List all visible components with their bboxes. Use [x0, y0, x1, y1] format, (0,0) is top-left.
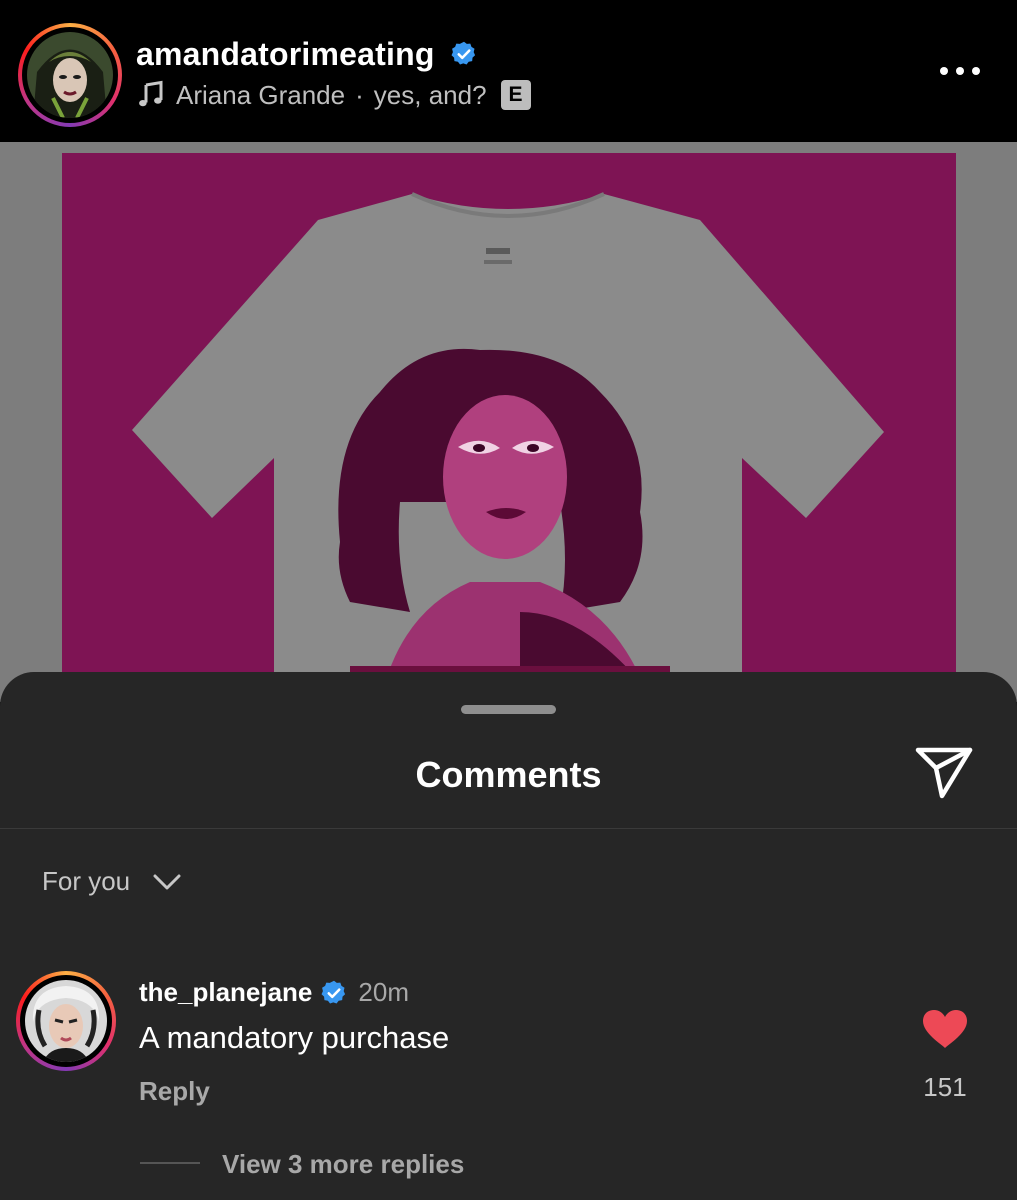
poster-username[interactable]: amandatorimeating — [136, 36, 435, 72]
comment-timestamp: 20m — [358, 977, 409, 1007]
comment-filter-dropdown[interactable]: For you — [42, 866, 182, 897]
comment-text: A mandatory purchase — [139, 1020, 450, 1055]
replies-divider-line — [140, 1162, 200, 1164]
view-replies-button[interactable]: View 3 more replies — [222, 1149, 464, 1180]
commenter-avatar-image — [25, 980, 107, 1062]
share-button[interactable] — [912, 744, 976, 800]
post-header: amandatorimeating Ariana Grande · yes, a… — [0, 0, 1017, 142]
paper-plane-icon — [915, 747, 973, 799]
poster-avatar-image — [27, 32, 113, 118]
like-button[interactable] — [921, 1008, 969, 1050]
filter-label: For you — [42, 866, 131, 896]
comment-username[interactable]: the_planejane — [139, 977, 312, 1008]
comment-header: the_planejane 20m — [139, 977, 409, 1008]
music-track: yes, and? — [373, 79, 487, 110]
chevron-down-icon — [153, 874, 181, 889]
commenter-avatar[interactable] — [16, 971, 116, 1071]
sheet-title: Comments — [415, 754, 602, 795]
like-count: 151 — [923, 1072, 967, 1102]
verified-badge-icon — [451, 41, 475, 65]
more-options-button[interactable] — [930, 56, 990, 86]
music-note-icon — [139, 80, 163, 107]
music-row[interactable]: Ariana Grande · yes, and? E — [136, 78, 531, 112]
music-separator: · — [355, 79, 364, 110]
sheet-divider — [0, 828, 1017, 829]
sheet-drag-handle[interactable] — [461, 705, 556, 714]
heart-filled-icon — [923, 1010, 967, 1048]
poster-username-row[interactable]: amandatorimeating — [136, 36, 478, 73]
post-image — [0, 142, 1017, 702]
poster-avatar[interactable] — [18, 23, 122, 127]
verified-badge-icon — [321, 980, 346, 1003]
post-media[interactable] — [0, 142, 1017, 702]
explicit-badge: E — [500, 80, 531, 110]
comments-sheet: Comments For you the_planejane 20m A man… — [0, 672, 1017, 1200]
music-artist: Ariana Grande — [176, 79, 346, 110]
reply-button[interactable]: Reply — [139, 1076, 210, 1107]
more-horizontal-icon — [940, 67, 948, 75]
